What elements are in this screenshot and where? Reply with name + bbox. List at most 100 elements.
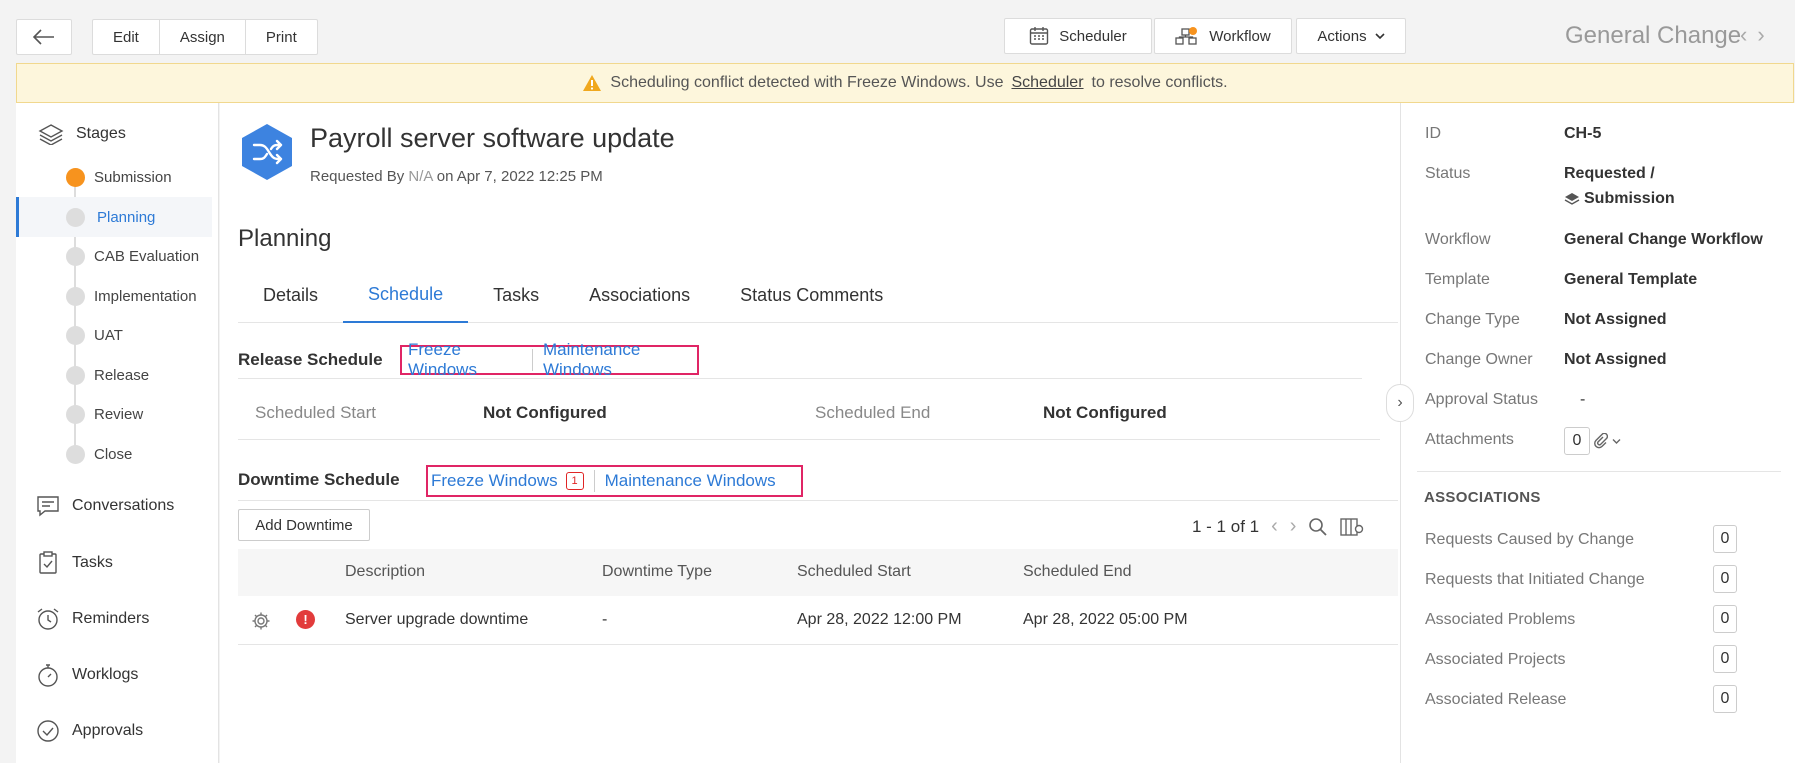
previous-record-icon[interactable]: ‹ (1740, 22, 1747, 48)
stage-planning[interactable]: Planning (16, 197, 212, 237)
link-separator (532, 349, 533, 371)
workflow-icon (1175, 27, 1198, 45)
table-header: Description Downtime Type Scheduled Star… (238, 549, 1398, 596)
prop-value[interactable]: Not Assigned (1564, 351, 1794, 369)
prop-label: ID (1425, 125, 1441, 142)
banner-text-suffix: to resolve conflicts. (1091, 74, 1228, 91)
stage-cab-evaluation[interactable]: CAB Evaluation (16, 236, 212, 276)
nav-label: Reminders (72, 610, 150, 627)
prop-label: Attachments (1425, 431, 1514, 448)
prop-value[interactable]: Not Assigned (1564, 311, 1794, 329)
change-detail-page: Edit Assign Print Scheduler Workflow Act… (0, 0, 1795, 763)
left-navigation: Stages Submission Planning CAB Evaluatio… (16, 103, 219, 763)
prop-label: Approval Status (1425, 391, 1538, 408)
nav-reminders[interactable]: Reminders (36, 607, 149, 631)
stage-uat[interactable]: UAT (16, 315, 212, 355)
row-scheduled-start: Apr 28, 2022 12:00 PM (797, 611, 962, 628)
prop-value: - (1580, 391, 1586, 408)
scheduled-end-label: Scheduled End (815, 403, 931, 422)
workflow-label: Workflow (1209, 27, 1271, 45)
section-title: Planning (238, 225, 332, 252)
print-button[interactable]: Print (246, 20, 317, 54)
prop-label: Change Type (1425, 311, 1520, 328)
downtime-freeze-windows-link[interactable]: Freeze Windows (431, 471, 558, 491)
requested-on: on Apr 7, 2022 12:25 PM (436, 168, 603, 185)
actions-dropdown[interactable]: Actions (1296, 18, 1406, 54)
requested-by-value[interactable]: N/A (408, 168, 432, 185)
downtime-table: Description Downtime Type Scheduled Star… (238, 549, 1398, 645)
add-downtime-button[interactable]: Add Downtime (238, 509, 370, 541)
stage-label: Submission (94, 168, 172, 186)
workflow-button[interactable]: Workflow (1154, 18, 1292, 54)
stage-implementation[interactable]: Implementation (16, 276, 212, 316)
column-settings-icon[interactable] (1340, 517, 1364, 537)
scheduler-button[interactable]: Scheduler (1004, 18, 1152, 54)
back-button[interactable] (16, 19, 72, 55)
assoc-requests-initiated[interactable]: Requests that Initiated Change 0 (1425, 565, 1737, 593)
banner-scheduler-link[interactable]: Scheduler (1011, 74, 1083, 92)
prop-value[interactable]: General Change Workflow (1564, 231, 1794, 249)
calendar-icon (1030, 27, 1049, 45)
next-record-icon[interactable]: › (1757, 22, 1764, 48)
next-page-icon[interactable]: › (1290, 515, 1297, 538)
release-schedule-row: Scheduled Start Not Configured Scheduled… (238, 388, 1380, 440)
attachments-count: 0 (1564, 427, 1590, 455)
nav-approvals[interactable]: Approvals (36, 719, 143, 743)
column-header-downtime-type[interactable]: Downtime Type (602, 563, 712, 581)
prop-label: Template (1425, 271, 1490, 288)
row-scheduled-end: Apr 28, 2022 05:00 PM (1023, 611, 1188, 628)
action-button-group: Edit Assign Print (92, 19, 318, 55)
tab-status-comments[interactable]: Status Comments (715, 268, 908, 323)
stage-review[interactable]: Review (16, 394, 212, 434)
gear-icon[interactable] (251, 611, 271, 631)
arrow-left-icon (33, 29, 54, 45)
assoc-release[interactable]: Associated Release 0 (1425, 685, 1737, 713)
downtime-maintenance-windows-link[interactable]: Maintenance Windows (605, 471, 776, 491)
prop-value: Requested / (1564, 165, 1655, 182)
tab-bar: Details Schedule Tasks Associations Stat… (238, 268, 1398, 323)
assoc-projects[interactable]: Associated Projects 0 (1425, 645, 1737, 673)
search-icon[interactable] (1308, 517, 1328, 537)
stage-release[interactable]: Release (16, 355, 212, 395)
release-maintenance-windows-link[interactable]: Maintenance Windows (543, 340, 697, 380)
template-title: General Change (1565, 22, 1742, 49)
nav-conversations[interactable]: Conversations (36, 495, 174, 517)
assoc-requests-caused[interactable]: Requests Caused by Change 0 (1425, 525, 1737, 553)
stage-dot (66, 287, 85, 306)
freeze-conflict-badge: 1 (565, 472, 584, 490)
assign-button[interactable]: Assign (160, 20, 246, 54)
tab-associations[interactable]: Associations (564, 268, 715, 323)
nav-worklogs[interactable]: Worklogs (36, 663, 138, 687)
stage-close[interactable]: Close (16, 434, 212, 474)
chevron-down-icon (1375, 33, 1385, 40)
panel-toggle-button[interactable]: › (1386, 384, 1414, 422)
assoc-count: 0 (1713, 565, 1737, 593)
tab-schedule[interactable]: Schedule (343, 268, 469, 323)
properties-panel: ID CH-5 Status Requested / Submission Wo… (1400, 103, 1795, 763)
clipboard-check-icon (39, 551, 57, 574)
assoc-label: Associated Projects (1425, 651, 1566, 668)
stage-label: CAB Evaluation (94, 247, 200, 265)
stage-submission[interactable]: Submission (16, 157, 212, 197)
assoc-label: Requests that Initiated Change (1425, 571, 1645, 588)
nav-tasks[interactable]: Tasks (36, 551, 113, 575)
stopwatch-icon (38, 664, 58, 687)
column-header-description[interactable]: Description (345, 563, 425, 581)
stages-header[interactable]: Stages (38, 123, 126, 145)
nav-label: Approvals (72, 722, 144, 739)
column-header-scheduled-start[interactable]: Scheduled Start (797, 563, 911, 581)
release-window-links: Freeze Windows Maintenance Windows (400, 340, 699, 379)
assoc-label: Requests Caused by Change (1425, 531, 1635, 548)
table-row[interactable]: ! Server upgrade downtime - Apr 28, 2022… (238, 596, 1398, 645)
prop-label: Workflow (1425, 231, 1491, 248)
tab-tasks[interactable]: Tasks (468, 268, 564, 323)
assoc-problems[interactable]: Associated Problems 0 (1425, 605, 1737, 633)
tab-details[interactable]: Details (238, 268, 343, 323)
prev-page-icon[interactable]: ‹ (1271, 515, 1278, 538)
edit-button[interactable]: Edit (93, 20, 160, 54)
release-freeze-windows-link[interactable]: Freeze Windows (408, 340, 522, 380)
attachments-control[interactable]: 0 (1564, 427, 1794, 455)
assoc-count: 0 (1713, 605, 1737, 633)
stage-dot (66, 405, 85, 424)
column-header-scheduled-end[interactable]: Scheduled End (1023, 563, 1132, 581)
